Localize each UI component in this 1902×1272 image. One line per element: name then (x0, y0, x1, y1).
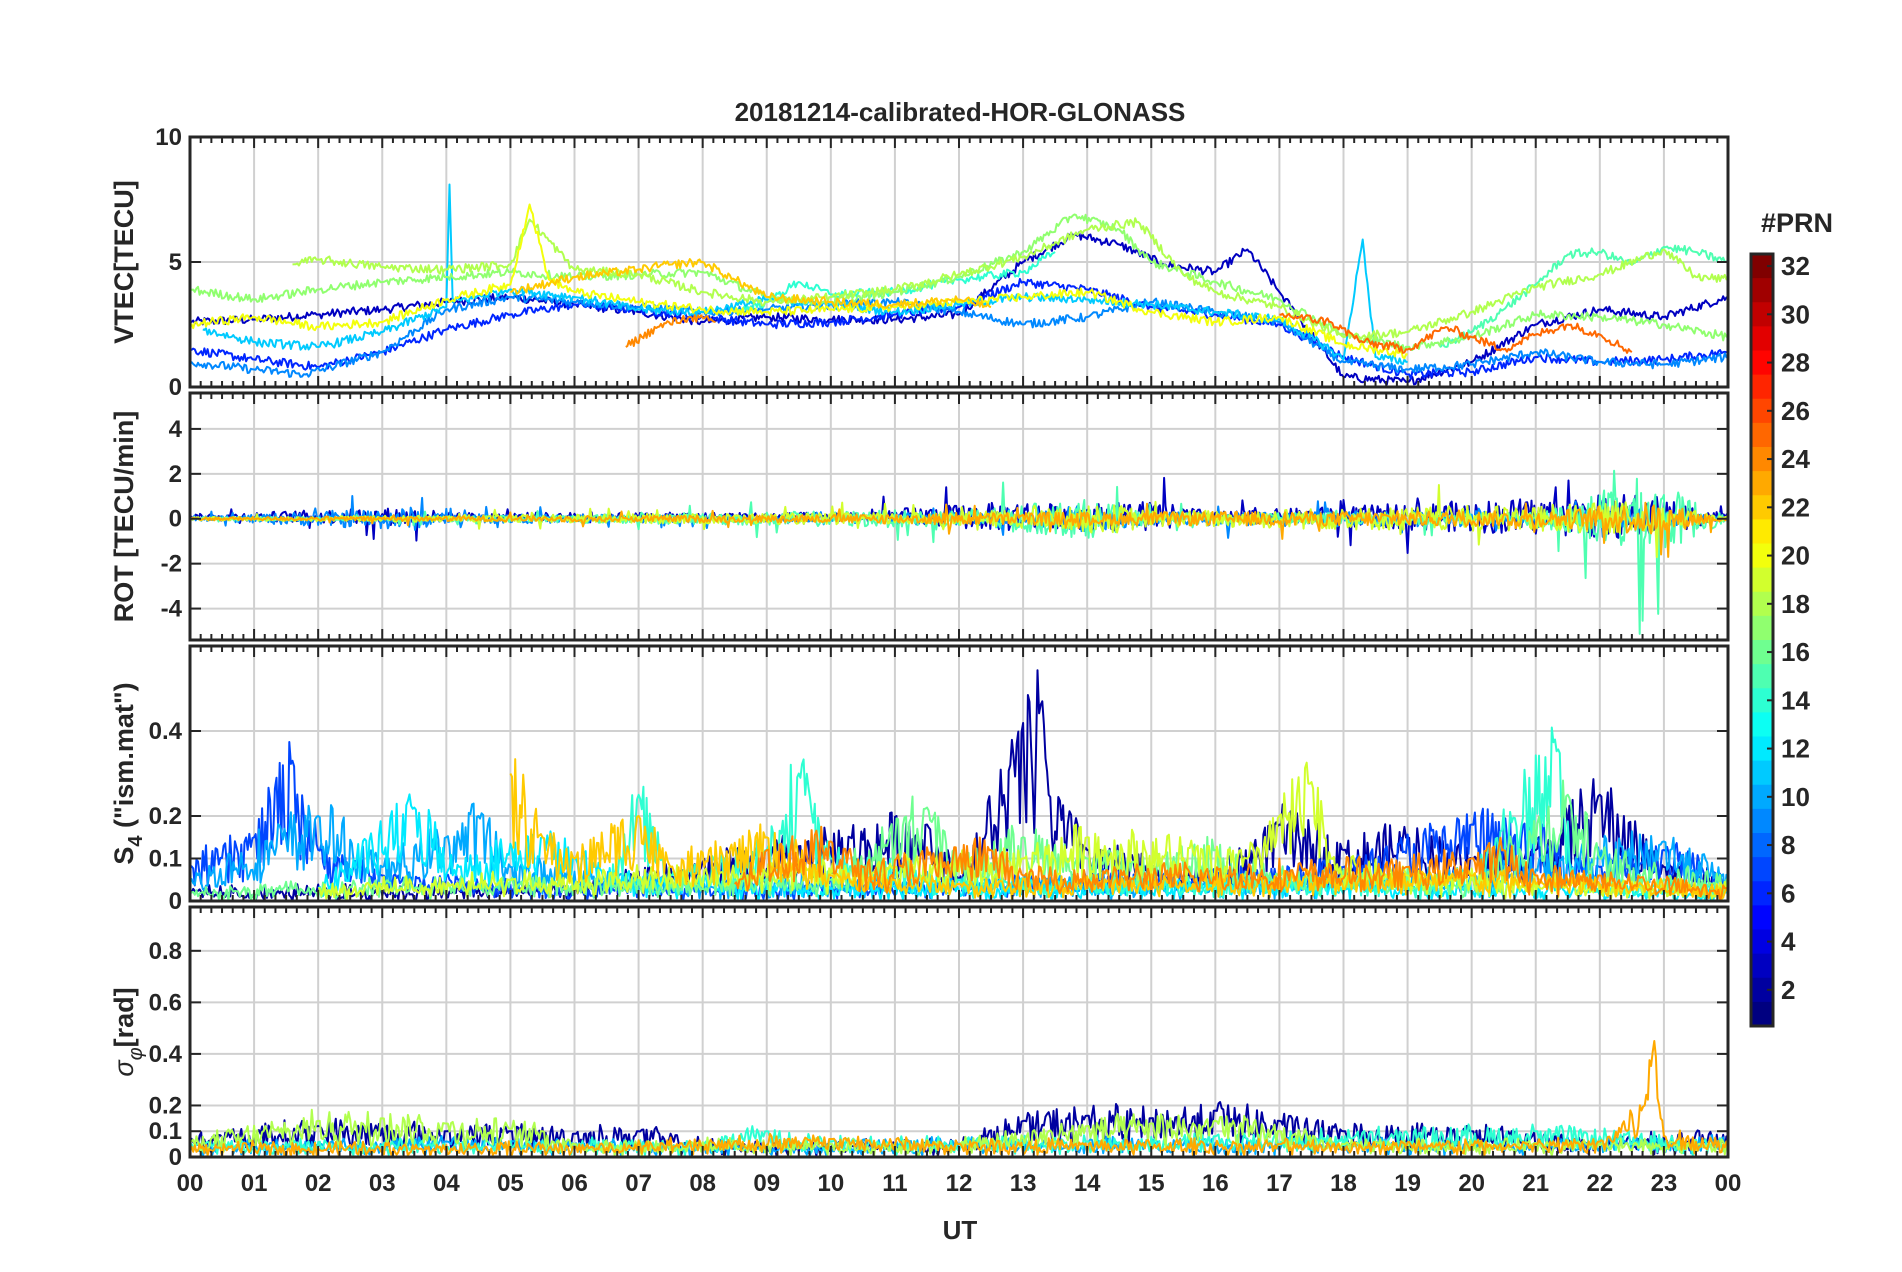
colorbar-tick-label: 22 (1781, 492, 1810, 522)
colorbar-tick-label: 10 (1781, 782, 1810, 812)
x-tick-label: 10 (817, 1170, 844, 1197)
colorbar-band (1751, 808, 1773, 834)
panel-vtec: 0 5 10 VTEC[TECU] (109, 124, 1730, 401)
panel-rot: -4 -2 0 2 4 ROT [TECU/min] (109, 391, 1730, 642)
x-tick-label: 19 (1394, 1170, 1421, 1197)
x-tick-label: 18 (1330, 1170, 1357, 1197)
y-tick-label: 0.6 (149, 989, 182, 1016)
colorbar-band (1751, 664, 1773, 689)
colorbar-band (1751, 374, 1773, 400)
y-tick-label: 0 (169, 888, 182, 915)
colorbar-band (1751, 567, 1773, 593)
y-tick-label: 0.1 (149, 846, 182, 873)
colorbar-band (1751, 760, 1773, 786)
y-tick-label: 0 (169, 374, 182, 401)
colorbar-tick-label: 30 (1781, 299, 1810, 329)
y-tick-label: 0 (169, 506, 182, 533)
x-tick-label: 05 (497, 1170, 524, 1197)
colorbar-band (1751, 471, 1773, 496)
x-tick-label: 09 (753, 1170, 780, 1197)
colorbar-tick-label: 2 (1781, 975, 1795, 1005)
panel-sigma-phi: 00.10.2 0.4 0.6 0.8σφ[rad] 00 01 02 03 04 05 06 07 0… (109, 905, 1742, 1197)
x-tick-label: 15 (1138, 1170, 1165, 1197)
x-tick-label: 08 (689, 1170, 716, 1197)
y-tick-label: 0.4 (149, 718, 183, 745)
y-tick-label: 5 (169, 249, 182, 276)
colorbar-tick-label: 32 (1781, 251, 1810, 281)
y-axis-label: S4 ("ism.mat") (109, 682, 147, 864)
colorbar-band (1751, 519, 1773, 545)
x-tick-label: 06 (561, 1170, 588, 1197)
y-axis-label: σφ[rad] (109, 987, 147, 1076)
colorbar-band (1751, 712, 1773, 738)
colorbar-tick-label: 20 (1781, 541, 1810, 571)
y-tick-label: 0.8 (149, 938, 182, 965)
x-tick-label: 02 (305, 1170, 332, 1197)
colorbar-tick-label: 16 (1781, 637, 1810, 667)
chart-title: 20181214-calibrated-HOR-GLONASS (735, 97, 1186, 127)
x-tick-label: 00 (1715, 1170, 1742, 1197)
colorbar-tick-label: 8 (1781, 830, 1795, 860)
colorbar-tick-label: 24 (1781, 444, 1810, 474)
x-tick-label: 12 (946, 1170, 973, 1197)
y-axis-label: ROT [TECU/min] (109, 411, 139, 622)
colorbar-tick-label: 26 (1781, 396, 1810, 426)
colorbar-band (1751, 905, 1773, 931)
colorbar-band (1751, 615, 1773, 641)
x-tick-label: 11 (882, 1170, 907, 1197)
y-tick-label: -2 (161, 551, 182, 578)
colorbar-band (1751, 1001, 1773, 1027)
colorbar-band (1751, 326, 1773, 352)
x-tick-label: 14 (1074, 1170, 1101, 1197)
y-tick-label: 4 (169, 416, 183, 443)
colorbar-tick-label: 28 (1781, 348, 1810, 378)
panels: 0510VTEC[TECU]-4-2024ROT [TECU/min]00.10… (109, 124, 1741, 1197)
colorbar-band (1751, 857, 1773, 882)
colorbar-tick-label: 12 (1781, 734, 1810, 764)
colorbar-band (1751, 278, 1773, 303)
colorbar-title: #PRN (1761, 208, 1833, 238)
colorbar-band (1751, 422, 1773, 448)
y-tick-label: 0.2 (149, 1092, 182, 1119)
x-tick-label: 00 (177, 1170, 204, 1197)
y-axis-label: VTEC[TECU] (109, 180, 139, 344)
x-axis-label: UT (943, 1215, 978, 1245)
x-tick-label: 21 (1522, 1170, 1549, 1197)
x-tick-label: 07 (625, 1170, 652, 1197)
y-tick-label: 0.4 (149, 1041, 183, 1068)
x-tick-label: 16 (1202, 1170, 1229, 1197)
x-tick-label: 20 (1458, 1170, 1485, 1197)
x-tick-label: 01 (241, 1170, 268, 1197)
x-tick-label: 22 (1586, 1170, 1613, 1197)
y-tick-label: 0 (169, 1144, 182, 1171)
x-tick-label: 04 (433, 1170, 460, 1197)
y-tick-label: 0.1 (149, 1118, 182, 1145)
colorbar-tick-label: 4 (1781, 927, 1796, 957)
colorbar: 2468101214161820222426283032#PRN (1749, 208, 1833, 1028)
figure: 20181214-calibrated-HOR-GLONASS 0510VTEC… (109, 97, 1833, 1245)
colorbar-tick-label: 14 (1781, 685, 1810, 715)
x-tick-label: 23 (1651, 1170, 1678, 1197)
y-tick-label: 0.2 (149, 803, 182, 830)
x-tick-label: 13 (1010, 1170, 1037, 1197)
colorbar-tick-label: 18 (1781, 589, 1810, 619)
x-tick-label: 17 (1266, 1170, 1293, 1197)
y-tick-label: 10 (155, 124, 182, 151)
y-tick-label: 2 (169, 461, 182, 488)
colorbar-tick-label: 6 (1781, 878, 1795, 908)
y-tick-label: -4 (161, 596, 183, 623)
colorbar-band (1751, 953, 1773, 979)
x-tick-label: 03 (369, 1170, 396, 1197)
panel-s4: 0 0.1 0.2 0.4S4 ("ism.mat") (109, 644, 1730, 915)
